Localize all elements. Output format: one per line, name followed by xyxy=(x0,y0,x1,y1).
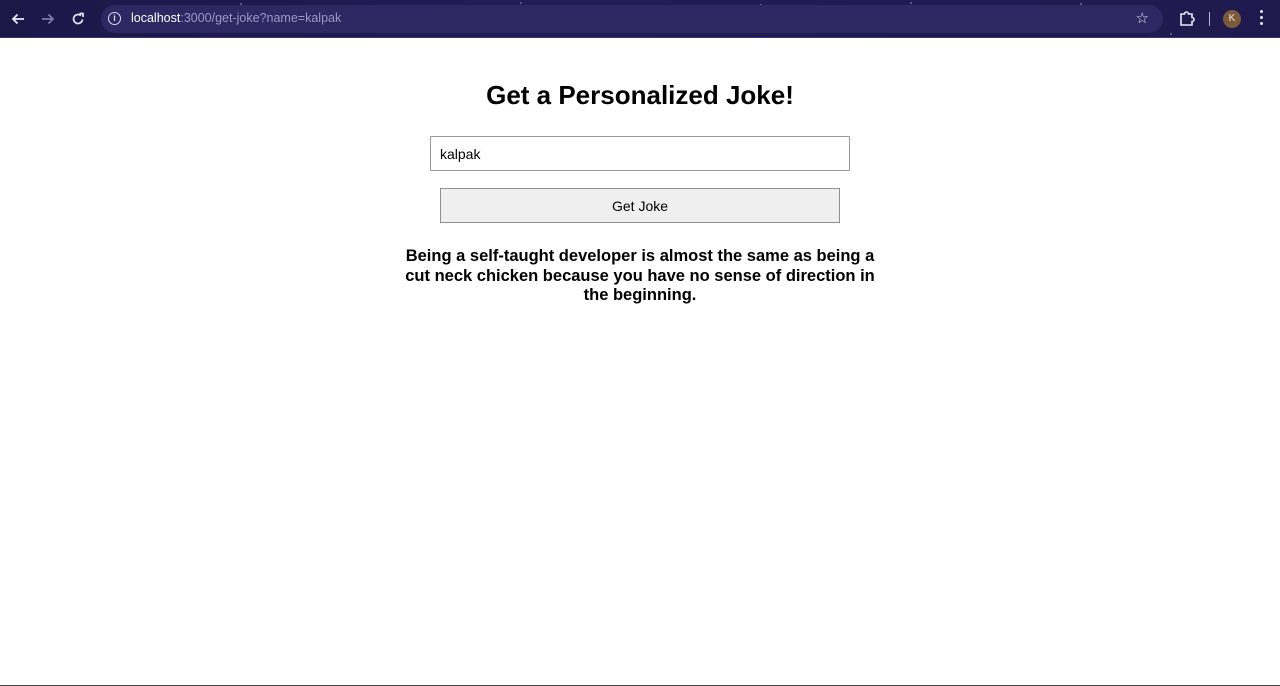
url-path: :3000/get-joke?name=kalpak xyxy=(180,11,342,25)
info-icon[interactable]: i xyxy=(108,12,121,25)
page-content: Get a Personalized Joke! Get Joke Being … xyxy=(0,39,1280,686)
get-joke-button[interactable]: Get Joke xyxy=(440,188,840,223)
arrow-right-icon xyxy=(42,13,55,25)
arrow-left-icon xyxy=(11,13,24,25)
avatar[interactable]: K xyxy=(1223,10,1241,28)
browser-toolbar: i localhost:3000/get-joke?name=kalpak ☆ … xyxy=(0,0,1280,38)
forward-button[interactable] xyxy=(37,8,59,30)
star-icon[interactable]: ☆ xyxy=(1136,9,1149,27)
reload-icon xyxy=(72,12,84,25)
extensions-button[interactable] xyxy=(1178,9,1198,29)
url-text[interactable]: localhost:3000/get-joke?name=kalpak xyxy=(131,11,341,25)
name-input[interactable] xyxy=(430,136,850,171)
reload-button[interactable] xyxy=(67,8,89,30)
background-dot xyxy=(910,2,912,4)
address-bar[interactable]: i localhost:3000/get-joke?name=kalpak ☆ xyxy=(101,5,1163,33)
joke-text: Being a self-taught developer is almost … xyxy=(405,247,875,304)
url-host: localhost xyxy=(131,11,181,25)
puzzle-icon xyxy=(1180,11,1195,26)
background-dot xyxy=(520,2,522,4)
kebab-menu-icon[interactable] xyxy=(1253,10,1269,28)
back-button[interactable] xyxy=(7,8,29,30)
toolbar-separator xyxy=(1209,12,1210,26)
background-dot xyxy=(1170,33,1172,35)
page-title: Get a Personalized Joke! xyxy=(486,80,794,110)
